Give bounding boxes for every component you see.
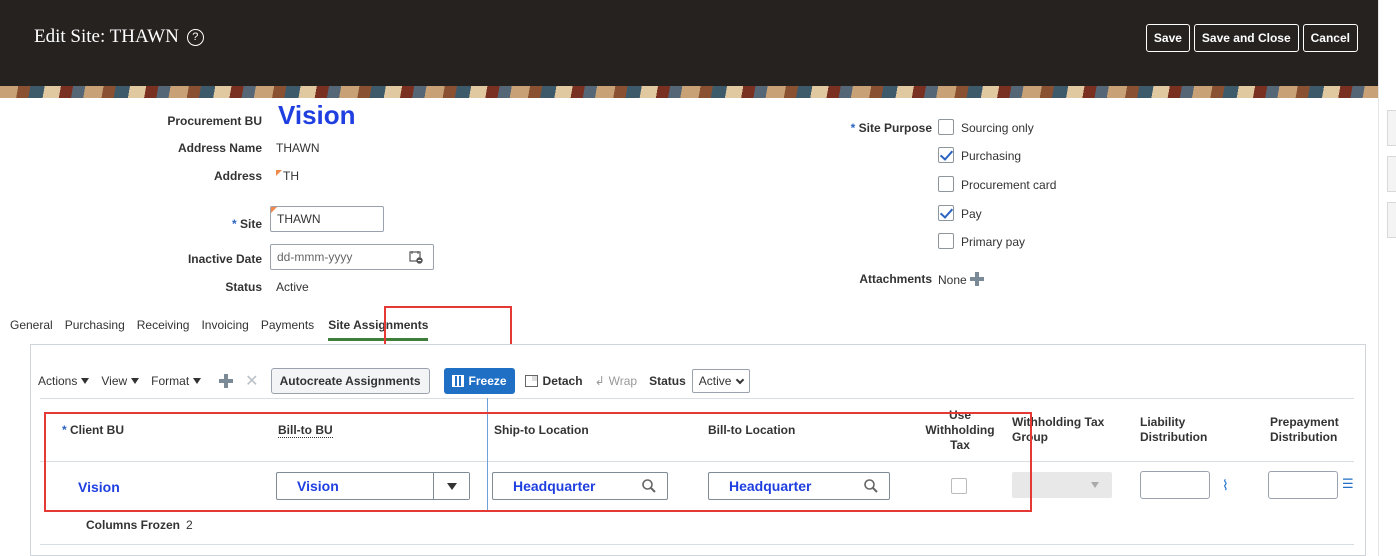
help-icon[interactable]: ? <box>186 29 204 46</box>
wrap-button[interactable]: ↲ Wrap <box>595 374 638 388</box>
decorative-banner <box>0 86 1378 98</box>
highlight-box-row <box>44 412 1032 512</box>
tab-invoicing[interactable]: Invoicing <box>201 318 248 341</box>
add-attachment-icon[interactable] <box>969 272 984 286</box>
detach-icon <box>524 375 538 387</box>
table-toolbar: Actions View Format ✕ Autocreate Assignm… <box>38 366 751 396</box>
side-tab[interactable] <box>1387 156 1396 192</box>
inactive-date-input[interactable]: dd-mmm-yyyy <box>270 244 434 270</box>
columns-frozen-value: 2 <box>186 518 193 532</box>
page-header: Edit Site: THAWN? Save Save and Close Ca… <box>0 0 1378 86</box>
table-bottom-border <box>40 544 1354 545</box>
table-top-border <box>40 398 1354 399</box>
format-menu[interactable]: Format <box>151 374 202 388</box>
primary-pay-label: Primary pay <box>961 235 1026 249</box>
tab-general[interactable]: General <box>10 318 53 341</box>
sourcing-only-checkbox[interactable] <box>938 119 954 135</box>
calendar-icon[interactable] <box>409 250 423 264</box>
tab-payments[interactable]: Payments <box>261 318 314 341</box>
autocreate-assignments-button[interactable]: Autocreate Assignments <box>270 368 430 394</box>
caret-down-icon <box>193 378 202 384</box>
address-name-label: Address Name <box>177 141 262 155</box>
purchasing-label: Purchasing <box>961 149 1022 163</box>
caret-down-icon <box>81 378 90 384</box>
primary-pay-checkbox[interactable] <box>938 233 954 249</box>
status-value: Active <box>276 280 309 294</box>
highlight-box-tab <box>384 306 512 346</box>
pay-checkbox[interactable] <box>938 205 954 221</box>
site-purpose-label: * Site Purpose <box>850 121 932 135</box>
add-row-icon[interactable] <box>219 374 234 388</box>
view-menu[interactable]: View <box>101 374 140 388</box>
address-value: TH <box>276 169 299 183</box>
address-name-value: THAWN <box>276 141 320 155</box>
column-header-liability-distribution[interactable]: Liability Distribution <box>1140 415 1240 445</box>
side-tab[interactable] <box>1387 202 1396 238</box>
liability-distribution-icon[interactable]: ⌇ <box>1222 477 1229 494</box>
changed-indicator-icon <box>276 170 282 176</box>
right-side-rail <box>1378 0 1396 556</box>
purchasing-checkbox[interactable] <box>938 147 954 163</box>
status-label: Status <box>225 280 262 294</box>
delete-row-icon[interactable]: ✕ <box>245 371 258 391</box>
columns-frozen-label: Columns Frozen <box>86 518 181 532</box>
tab-receiving[interactable]: Receiving <box>137 318 190 341</box>
liability-distribution-input[interactable] <box>1140 471 1210 499</box>
tab-bar: General Purchasing Receiving Invoicing P… <box>10 318 440 341</box>
chevron-down-icon <box>736 375 745 384</box>
page-title: Edit Site: THAWN? <box>34 26 204 48</box>
actions-menu[interactable]: Actions <box>38 374 90 388</box>
attachments-value: None <box>938 272 984 287</box>
detach-button[interactable]: Detach <box>524 374 583 388</box>
status-filter-select[interactable]: Active <box>691 369 751 393</box>
prepayment-distribution-icon[interactable]: ☰ <box>1342 476 1354 492</box>
freeze-icon <box>451 375 464 387</box>
status-filter-label: Status <box>649 374 686 388</box>
save-and-close-button[interactable]: Save and Close <box>1193 24 1299 52</box>
save-button[interactable]: Save <box>1145 24 1190 52</box>
procurement-bu-label: Procurement BU <box>167 114 262 128</box>
procurement-card-label: Procurement card <box>961 178 1057 192</box>
tab-purchasing[interactable]: Purchasing <box>65 318 125 341</box>
site-input[interactable]: THAWN <box>270 206 384 232</box>
address-label: Address <box>213 169 262 183</box>
column-header-prepayment-distribution[interactable]: Prepayment Distribution <box>1270 415 1360 445</box>
inactive-date-label: Inactive Date <box>187 252 262 266</box>
caret-down-icon <box>131 378 140 384</box>
prepayment-distribution-input[interactable] <box>1268 471 1338 499</box>
changed-indicator-icon <box>271 207 277 213</box>
cancel-button[interactable]: Cancel <box>1302 24 1358 52</box>
wrap-icon: ↲ <box>594 374 605 388</box>
pay-label: Pay <box>961 207 982 221</box>
attachments-label: Attachments <box>859 272 932 286</box>
site-label: * Site <box>231 217 262 231</box>
freeze-button[interactable]: Freeze <box>443 368 515 394</box>
procurement-bu-value: Vision <box>278 100 356 130</box>
procurement-card-checkbox[interactable] <box>938 176 954 192</box>
side-tab[interactable] <box>1387 110 1396 146</box>
sourcing-only-label: Sourcing only <box>961 121 1034 135</box>
